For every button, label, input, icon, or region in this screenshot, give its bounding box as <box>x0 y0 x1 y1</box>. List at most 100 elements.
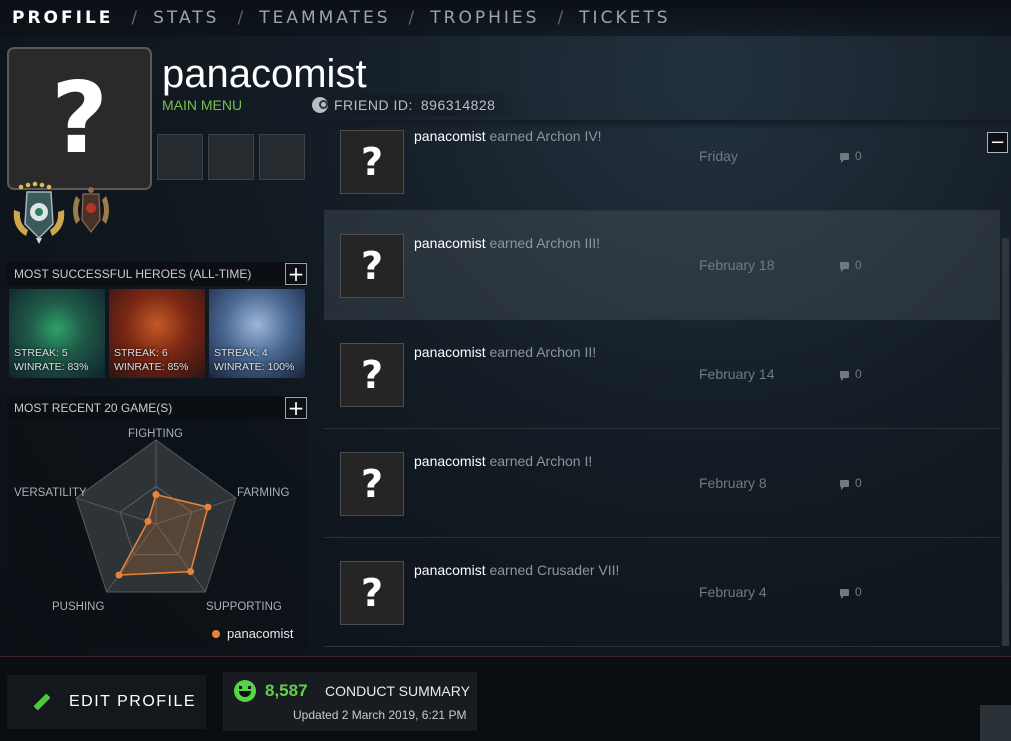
axis-label-supporting: SUPPORTING <box>206 601 282 613</box>
tab-teammates[interactable]: TEAMMATES <box>259 8 390 28</box>
top-navigation: PROFILE / STATS / TEAMMATES / TROPHIES /… <box>0 0 1011 36</box>
feed-item[interactable]: ? panacomist earned Archon III! February… <box>324 211 1000 320</box>
nav-separator: / <box>237 8 244 28</box>
corner-panel[interactable] <box>980 705 1011 741</box>
feed-item[interactable]: ? panacomist earned Archon IV! Friday 0 <box>324 102 1000 211</box>
thumbnail-placeholder-glyph: ? <box>360 353 384 397</box>
feed-date: February 4 <box>699 584 767 600</box>
feed-thumbnail: ? <box>340 130 404 194</box>
pencil-icon <box>33 693 51 711</box>
feed-thumbnail: ? <box>340 561 404 625</box>
hero-list: STREAK: 5 WINRATE: 83% STREAK: 6 WINRATE… <box>9 289 305 378</box>
feed-comments[interactable]: 0 <box>840 149 862 163</box>
recent-games-expand-button[interactable]: + <box>285 397 307 419</box>
feed-user-link[interactable]: panacomist <box>414 344 486 360</box>
feed-date: February 14 <box>699 366 775 382</box>
edit-profile-button[interactable]: EDIT PROFILE <box>7 675 206 729</box>
hero-winrate: WINRATE: 83% <box>14 361 89 373</box>
showcase-slots <box>157 134 305 180</box>
thumbnail-placeholder-glyph: ? <box>360 462 384 506</box>
tab-tickets[interactable]: TICKETS <box>579 8 670 28</box>
comment-count: 0 <box>855 367 862 381</box>
thumbnail-placeholder-glyph: ? <box>360 571 384 615</box>
comment-count: 0 <box>855 585 862 599</box>
feed-text: panacomist earned Archon II! <box>414 344 596 360</box>
heroes-expand-button[interactable]: + <box>285 263 307 285</box>
axis-label-versatility: VERSATILITY <box>14 487 87 499</box>
feed-user-link[interactable]: panacomist <box>414 128 486 144</box>
hero-streak: STREAK: 6 <box>114 347 168 359</box>
heroes-panel-title: MOST SUCCESSFUL HEROES (ALL-TIME) <box>14 267 252 281</box>
comment-count: 0 <box>855 258 862 272</box>
nav-separator: / <box>408 8 415 28</box>
tab-stats[interactable]: STATS <box>153 8 219 28</box>
nav-separator: / <box>557 8 564 28</box>
axis-label-pushing: PUSHING <box>52 601 105 613</box>
hero-card[interactable]: STREAK: 6 WINRATE: 85% <box>109 289 205 378</box>
conduct-summary[interactable]: 8,587 CONDUCT SUMMARY Updated 2 March 20… <box>223 672 477 731</box>
hero-streak: STREAK: 5 <box>14 347 68 359</box>
feed-item[interactable]: ? panacomist earned Archon I! February 8… <box>324 429 1000 538</box>
legend-marker <box>212 629 220 638</box>
heroes-panel-header: MOST SUCCESSFUL HEROES (ALL-TIME) + <box>7 262 307 286</box>
conduct-score: 8,587 <box>265 681 308 700</box>
comment-icon <box>840 370 849 381</box>
thumbnail-placeholder-glyph: ? <box>360 244 384 288</box>
avatar[interactable]: ? <box>7 47 152 190</box>
hero-streak: STREAK: 4 <box>214 347 268 359</box>
feed-user-link[interactable]: panacomist <box>414 453 486 469</box>
feed-collapse-button[interactable]: − <box>987 132 1008 153</box>
secondary-medal-icon <box>73 187 109 233</box>
hero-winrate: WINRATE: 85% <box>114 361 189 373</box>
feed-date: February 18 <box>699 257 775 273</box>
showcase-slot[interactable] <box>259 134 305 180</box>
feed-text: panacomist earned Archon I! <box>414 453 592 469</box>
radar-legend: panacomist <box>212 626 293 641</box>
feed-comments[interactable]: 0 <box>840 258 862 272</box>
legend-label: panacomist <box>227 626 294 641</box>
smile-icon <box>234 680 256 702</box>
showcase-slot[interactable] <box>157 134 203 180</box>
feed-user-link[interactable]: panacomist <box>414 562 486 578</box>
conduct-updated: Updated 2 March 2019, 6:21 PM <box>293 708 467 722</box>
feed-achievement: earned Crusader VII! <box>485 562 620 578</box>
feed-user-link[interactable]: panacomist <box>414 235 486 251</box>
username: panacomist <box>162 52 367 96</box>
feed-top-fade <box>324 120 1011 130</box>
comment-icon <box>840 261 849 272</box>
tab-profile[interactable]: PROFILE <box>12 8 113 28</box>
hero-card[interactable]: STREAK: 5 WINRATE: 83% <box>9 289 105 378</box>
feed-achievement: earned Archon I! <box>485 453 593 469</box>
radar-chart-area <box>7 420 307 650</box>
feed-item[interactable]: ? panacomist earned Crusader VII! Februa… <box>324 538 1000 647</box>
comment-icon <box>840 152 849 163</box>
feed-achievement: earned Archon III! <box>485 235 600 251</box>
feed-text: panacomist earned Crusader VII! <box>414 562 619 578</box>
thumbnail-placeholder-glyph: ? <box>360 140 384 184</box>
rank-medals <box>10 180 115 250</box>
feed-comments[interactable]: 0 <box>840 476 862 490</box>
hero-winrate: WINRATE: 100% <box>214 361 295 373</box>
nav-separator: / <box>131 8 138 28</box>
feed-comments[interactable]: 0 <box>840 585 862 599</box>
rank-medal-icon[interactable] <box>10 180 115 250</box>
axis-label-farming: FARMING <box>237 487 290 499</box>
recent-games-title: MOST RECENT 20 GAME(S) <box>14 401 173 415</box>
feed-scrollbar[interactable] <box>1002 238 1009 646</box>
recent-games-panel-header: MOST RECENT 20 GAME(S) + <box>7 396 307 420</box>
comment-icon <box>840 588 849 599</box>
comment-count: 0 <box>855 476 862 490</box>
comment-count: 0 <box>855 149 862 163</box>
main-menu-link[interactable]: MAIN MENU <box>162 97 242 113</box>
feed-achievement: earned Archon IV! <box>485 128 602 144</box>
feed-date: February 8 <box>699 475 767 491</box>
feed-text: panacomist earned Archon III! <box>414 235 600 251</box>
feed-item[interactable]: ? panacomist earned Archon II! February … <box>324 320 1000 429</box>
hero-card[interactable]: STREAK: 4 WINRATE: 100% <box>209 289 305 378</box>
tab-trophies[interactable]: TROPHIES <box>430 8 539 28</box>
feed-thumbnail: ? <box>340 452 404 516</box>
feed-thumbnail: ? <box>340 343 404 407</box>
feed-comments[interactable]: 0 <box>840 367 862 381</box>
feed-achievement: earned Archon II! <box>485 344 597 360</box>
showcase-slot[interactable] <box>208 134 254 180</box>
